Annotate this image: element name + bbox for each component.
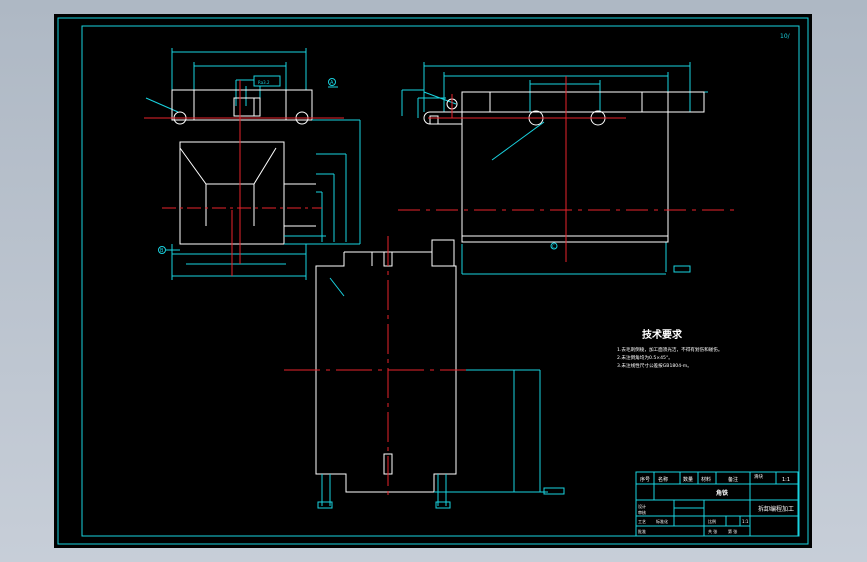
title-block: 序号 名称 数量 材料 备注 滑块 1:1 角铁 拆卸编程加工 设计 审核 工艺… xyxy=(635,471,799,537)
cad-drawing: 10/ 技术要求 1.去毛刺倒棱，加工面须光洁，不得有划伤和碰伤。 2.未注倒角… xyxy=(57,17,809,545)
tech-req-item-2: 2.未注倒角均为0.5×45°。 xyxy=(617,354,673,361)
scale-value: 1:1 xyxy=(742,519,749,524)
inner-border xyxy=(81,25,800,537)
drawing-title: 拆卸编程加工 xyxy=(758,505,794,513)
scale-label: 比例 xyxy=(708,518,716,524)
part-name-alt: 角铁 xyxy=(716,489,728,497)
part-name: 滑块 xyxy=(754,473,763,480)
col-header-name: 名称 xyxy=(658,476,668,483)
view-top-left xyxy=(144,48,361,280)
row-label-review: 审核 xyxy=(638,509,646,515)
row-label-standard: 标准化 xyxy=(656,518,668,524)
tech-req-title: 技术要求 xyxy=(642,328,683,341)
technical-requirements: 技术要求 1.去毛刺倒棱，加工面须光洁，不得有划伤和碰伤。 2.未注倒角均为0.… xyxy=(617,328,722,369)
row-label-design: 设计 xyxy=(638,503,646,509)
view-top-right xyxy=(398,62,734,275)
tech-req-item-3: 3.未注线性尺寸公差按GB1804-m。 xyxy=(617,362,692,369)
col-header-no: 序号 xyxy=(640,476,650,483)
sheet-number: 第 张 xyxy=(728,528,737,534)
row-label-approve: 批准 xyxy=(638,528,646,534)
corner-mark: 10/ xyxy=(780,33,791,40)
view-bottom xyxy=(284,236,565,509)
outer-border xyxy=(57,17,809,545)
sheet-count: 共 张 xyxy=(708,528,717,534)
scale-value-top: 1:1 xyxy=(782,477,790,483)
row-label-process: 工艺 xyxy=(638,519,646,524)
col-header-qty: 数量 xyxy=(683,476,693,483)
col-header-remarks: 备注 xyxy=(728,476,738,483)
drawing-sheet: 10/ 技术要求 1.去毛刺倒棱，加工面须光洁，不得有划伤和碰伤。 2.未注倒角… xyxy=(54,14,812,548)
roughness-label: Ra3.2 xyxy=(258,80,270,85)
tech-req-item-1: 1.去毛刺倒棱，加工面须光洁，不得有划伤和碰伤。 xyxy=(617,346,722,353)
col-header-material: 材料 xyxy=(701,476,711,483)
callout-a: A xyxy=(330,80,334,86)
callout-b: B xyxy=(160,248,164,254)
callout-c: C xyxy=(552,244,555,249)
